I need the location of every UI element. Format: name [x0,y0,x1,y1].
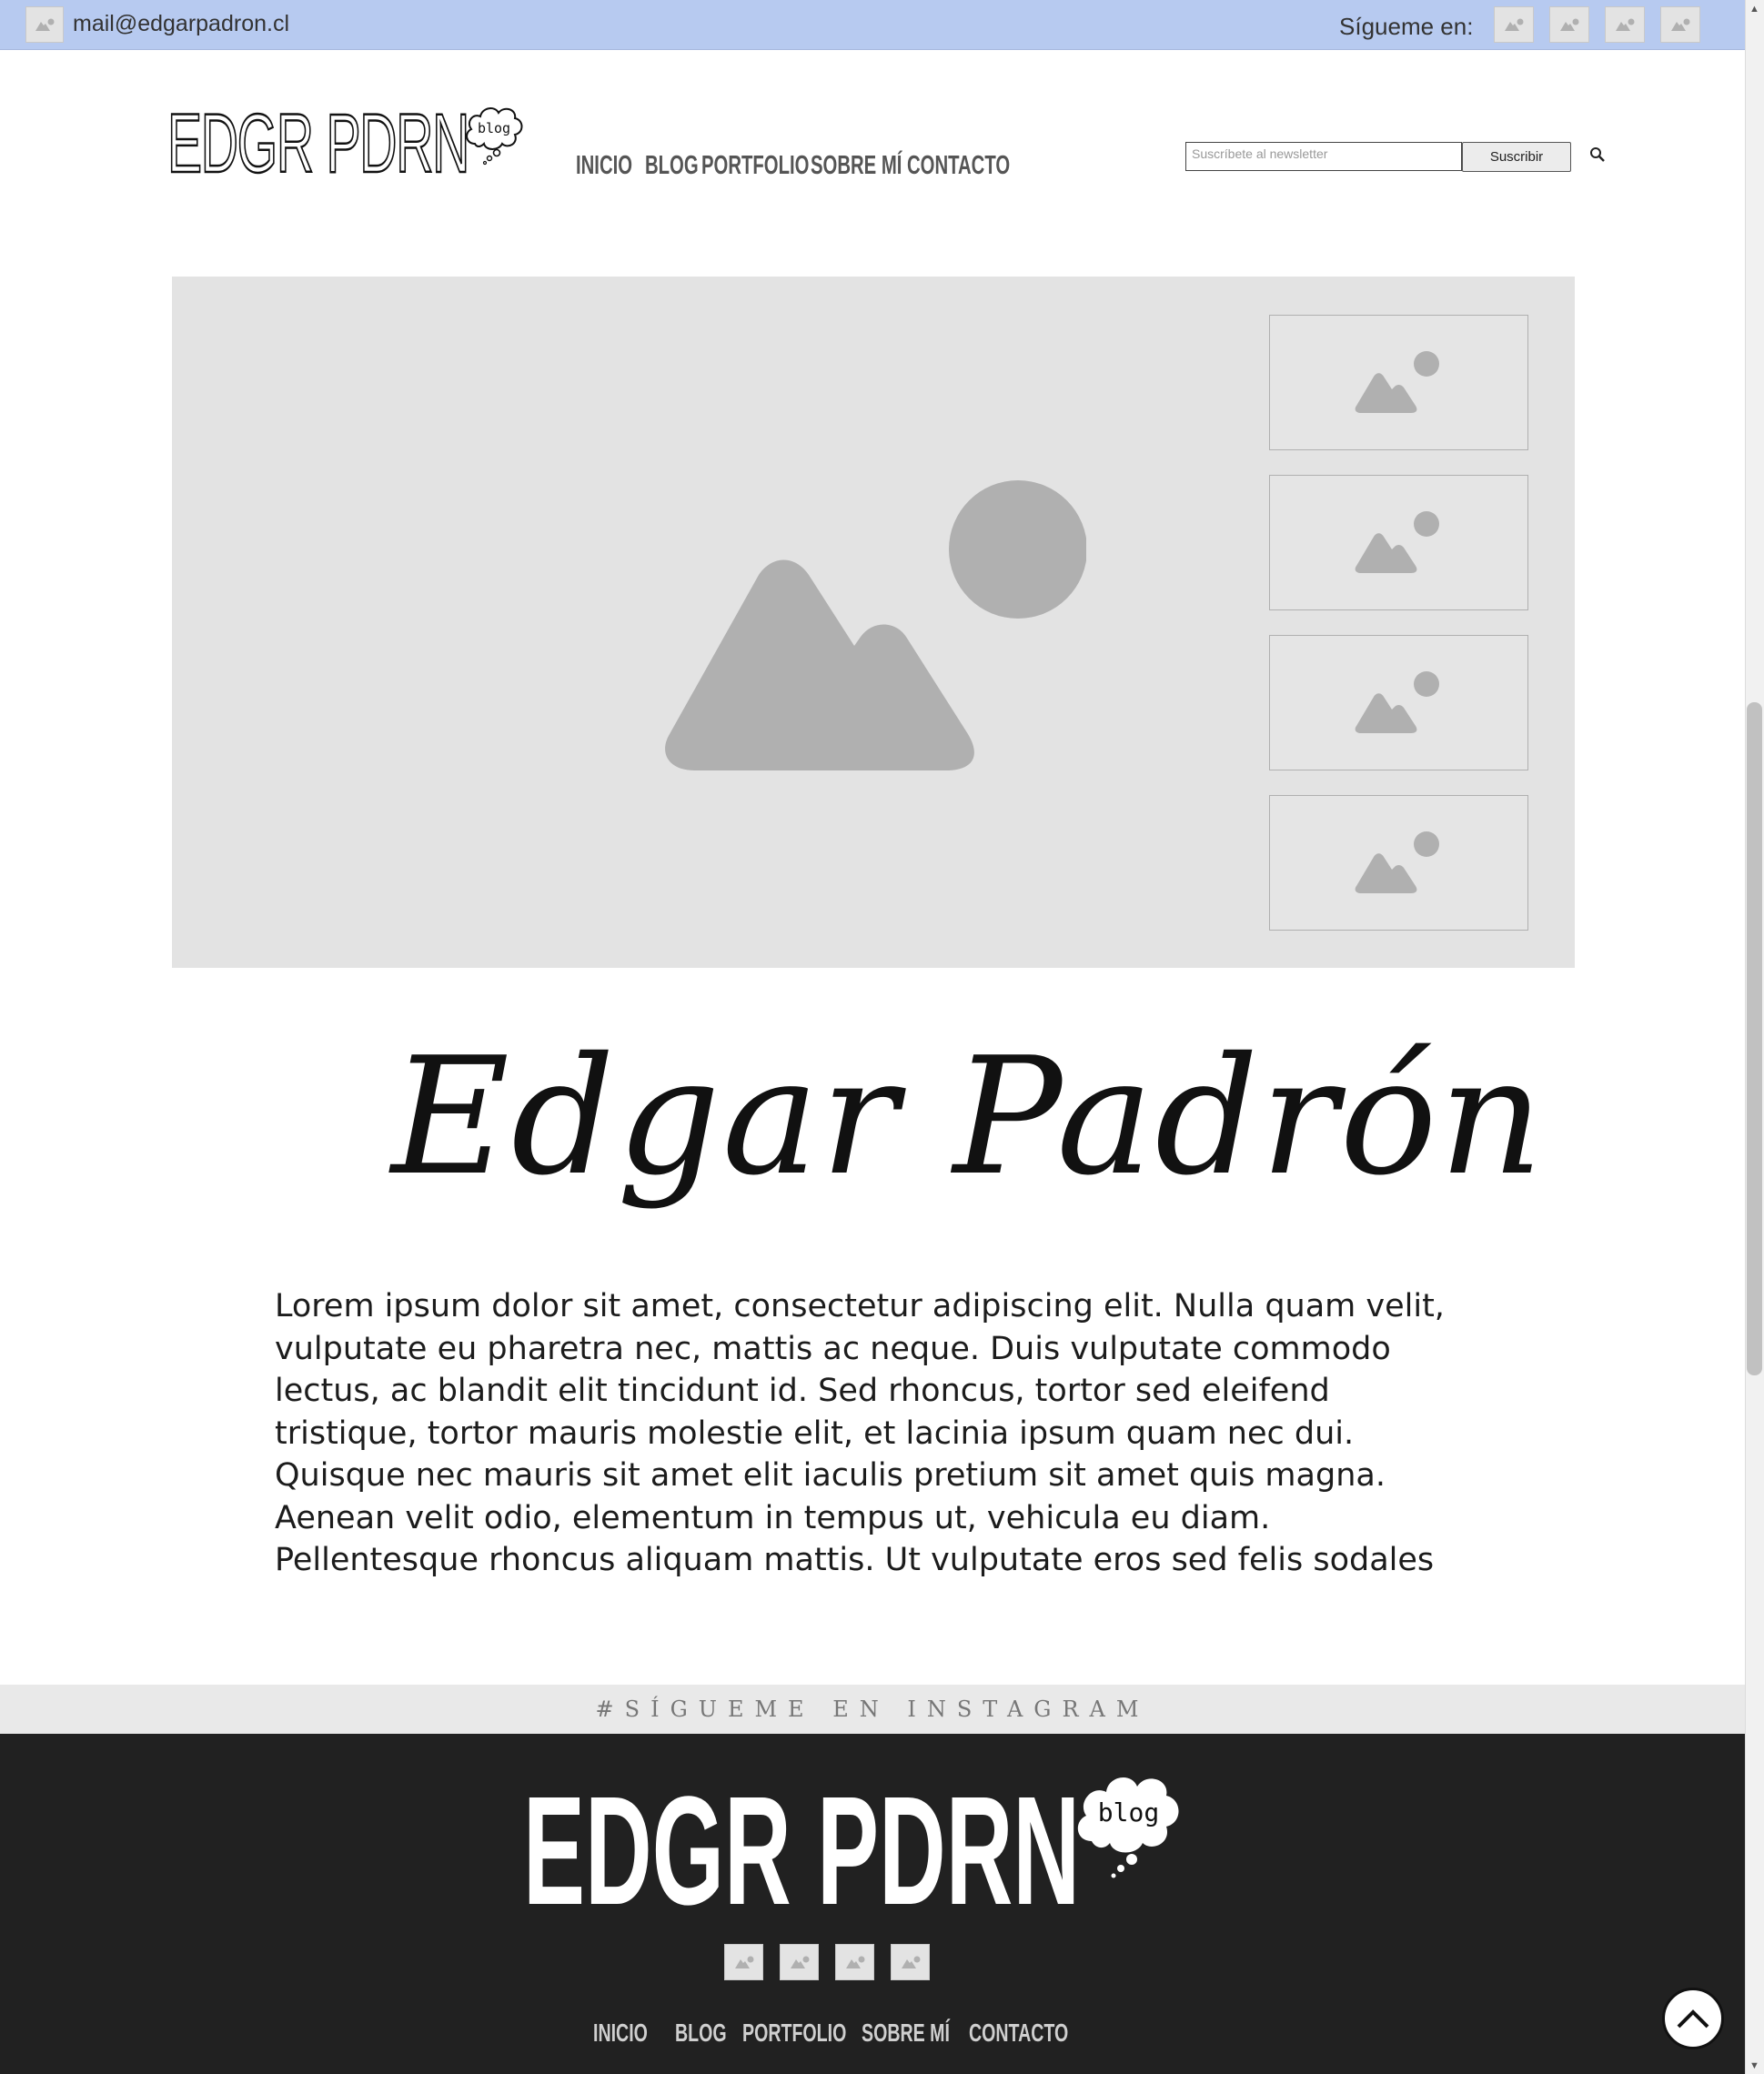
scrollbar-thumb[interactable] [1747,702,1762,1375]
nav-portfolio[interactable]: PORTFOLIO [701,151,809,181]
footer-social-link-2[interactable] [780,1944,819,1980]
instagram-label[interactable]: #SÍGUEME EN INSTAGRAM [596,1696,1150,1722]
back-to-top-button[interactable] [1662,1988,1724,2049]
footer-nav-blog[interactable]: BLOG [675,2019,727,2048]
slider-thumbnail-1[interactable] [1269,315,1528,450]
subscribe-button[interactable]: Suscribir [1462,142,1571,172]
image-placeholder-icon [1355,831,1439,893]
social-link-1[interactable] [1494,6,1534,43]
social-link-4[interactable] [1660,6,1700,43]
nav-blog[interactable]: BLOG [645,151,699,181]
image-placeholder-icon [845,1956,864,1968]
footer-nav-inicio[interactable]: INICIO [593,2019,650,2048]
image-placeholder-icon [1560,18,1579,31]
follow-label: Sígueme en: [1339,13,1474,40]
image-placeholder-icon [1355,350,1439,413]
nav-sobre-mi[interactable]: SOBRE MÍ [811,151,902,181]
slider-thumbnail-2[interactable] [1269,475,1528,610]
scroll-up-arrow-icon[interactable]: ▲ [1745,0,1764,18]
image-placeholder-icon [1355,510,1439,573]
image-placeholder-icon [734,1956,753,1968]
footer-social-link-4[interactable] [891,1944,930,1980]
about-text: Lorem ipsum dolor sit amet, consectetur … [275,1288,1445,1577]
image-placeholder-icon [790,1956,809,1968]
instagram-bar[interactable]: #SÍGUEME EN INSTAGRAM [0,1685,1745,1734]
slider-thumbnail-3[interactable] [1269,635,1528,770]
footer-social-link-1[interactable] [724,1944,763,1980]
image-placeholder-icon [1505,18,1524,31]
scroll-down-arrow-icon[interactable]: ▼ [1745,2058,1764,2074]
social-link-2[interactable] [1549,6,1589,43]
site-logo[interactable]: EDGR PDRN [166,101,470,187]
image-placeholder-icon [901,1956,920,1968]
slider-thumbnail-4[interactable] [1269,795,1528,931]
footer-nav-portfolio[interactable]: PORTFOLIO [742,2019,846,2048]
author-signature: Edgar Padrón [391,1022,1546,1211]
top-bar: mail@edgarpadron.cl Sígueme en: [0,0,1745,50]
logo-thought-bubble: blog [462,102,526,167]
social-link-3[interactable] [1605,6,1645,43]
footer-nav-contacto[interactable]: CONTACTO [969,2019,1068,2048]
footer-bubble-text: blog [1097,1797,1160,1827]
footer-social-link-3[interactable] [835,1944,874,1980]
contact-email[interactable]: mail@edgarpadron.cl [73,11,289,37]
image-placeholder-icon [1671,18,1690,31]
logo-bubble-text: blog [477,120,511,136]
chevron-up-icon [1677,2009,1709,2029]
footer-nav: INICIO BLOG PORTFOLIO SOBRE MÍ CONTACTO [593,2019,1068,2048]
newsletter-input[interactable]: Suscríbete al newsletter [1185,142,1462,171]
nav-inicio[interactable]: INICIO [576,151,632,181]
image-placeholder-icon [25,6,64,43]
image-placeholder-icon [665,480,1086,770]
image-placeholder-icon [1355,670,1439,733]
nav-contacto[interactable]: CONTACTO [907,151,1010,181]
main-nav: INICIO BLOG PORTFOLIO SOBRE MÍ CONTACTO [576,151,1010,181]
footer-logo[interactable]: EDGR PDRN [523,1774,1080,1928]
image-placeholder-icon [1616,18,1635,31]
footer-logo-thought-bubble: blog [1072,1765,1185,1883]
footer-nav-sobre-mi[interactable]: SOBRE MÍ [862,2019,950,2048]
search-icon[interactable] [1588,146,1607,168]
